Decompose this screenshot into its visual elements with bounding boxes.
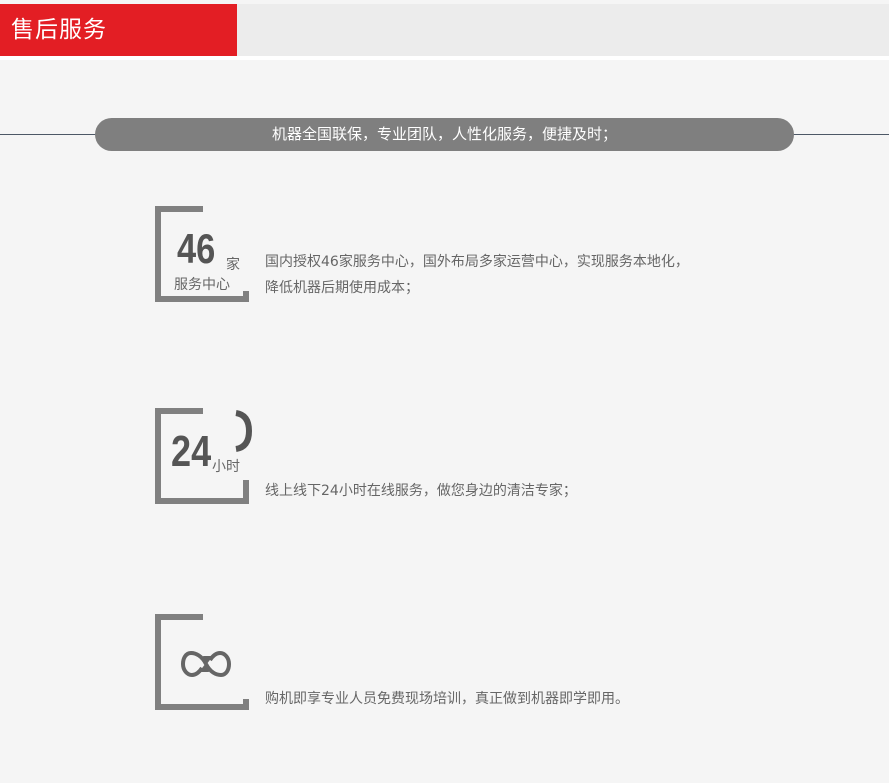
service-center-unit: 家 [226, 257, 240, 273]
hours-count: 24 [171, 427, 212, 476]
header-divider [0, 56, 889, 60]
service-center-label: 服务中心 [174, 277, 230, 293]
service-center-description: 国内授权46家服务中心，国外布局多家运营中心，实现服务本地化， 降低机器后期使用… [265, 249, 689, 301]
service-slogan-banner: 机器全国联保，专业团队，人性化服务，便捷及时； [95, 118, 794, 151]
feature-24h-service: 24 小时 线上线下24小时在线服务，做您身边的清洁专家； [155, 408, 855, 504]
phone-icon [235, 410, 253, 452]
description-line: 国内授权46家服务中心，国外布局多家运营中心，实现服务本地化， [265, 254, 689, 270]
feature-service-centers: 46 家 服务中心 国内授权46家服务中心，国外布局多家运营中心，实现服务本地化… [155, 206, 855, 302]
description-line: 购机即享专业人员免费现场培训，真正做到机器即学即用。 [265, 691, 629, 707]
training-description: 购机即享专业人员免费现场培训，真正做到机器即学即用。 [265, 686, 629, 712]
hours-description: 线上线下24小时在线服务，做您身边的清洁专家； [265, 478, 577, 504]
cycle-arrows-icon [180, 650, 232, 678]
description-line: 降低机器后期使用成本； [265, 280, 419, 296]
description-line: 线上线下24小时在线服务，做您身边的清洁专家； [265, 483, 577, 499]
feature-free-training: 购机即享专业人员免费现场培训，真正做到机器即学即用。 [155, 614, 855, 710]
service-center-count: 46 [177, 225, 216, 272]
hours-unit: 小时 [212, 459, 240, 475]
section-title: 售后服务 [0, 4, 237, 56]
